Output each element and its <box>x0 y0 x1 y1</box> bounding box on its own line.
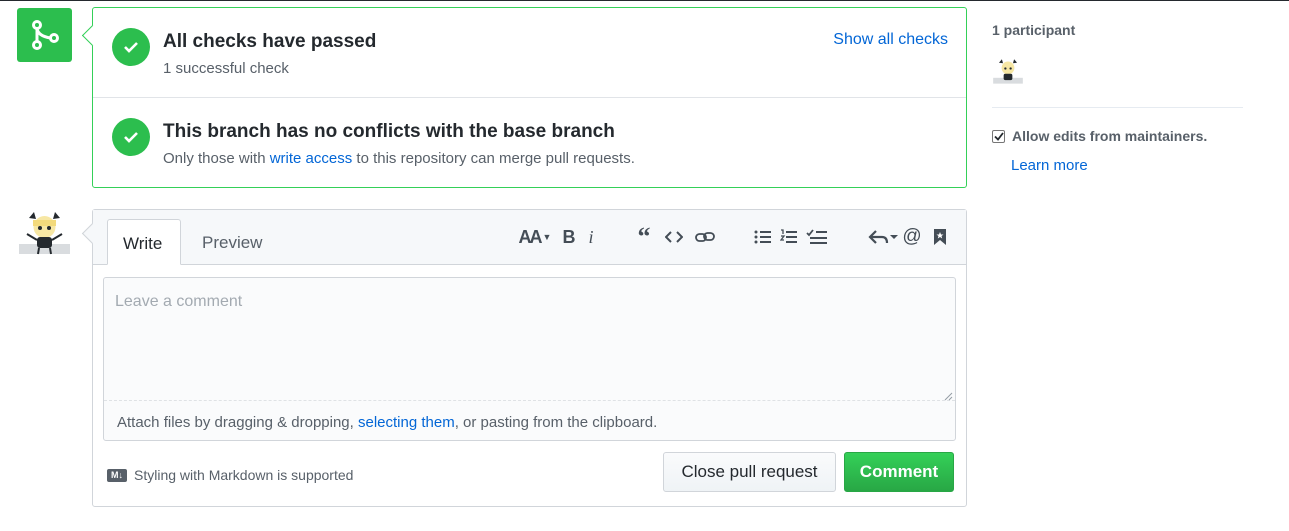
bold-icon[interactable]: B <box>559 225 579 249</box>
code-icon[interactable] <box>663 225 685 249</box>
conflicts-subtitle-pre: Only those with <box>163 150 270 167</box>
conflicts-section: This branch has no conflicts with the ba… <box>93 98 966 187</box>
checks-title: All checks have passed <box>163 31 377 52</box>
merge-status-box: All checks have passed 1 successful chec… <box>92 7 967 188</box>
allow-edits-row: Allow edits from maintainers. <box>992 128 1207 144</box>
close-pull-request-button[interactable]: Close pull request <box>663 452 836 492</box>
learn-more-link[interactable]: Learn more <box>1011 157 1088 174</box>
check-icon <box>112 28 150 66</box>
link-icon[interactable] <box>693 225 717 249</box>
participant-avatar[interactable] <box>992 58 1024 86</box>
top-border <box>0 0 1289 1</box>
conflicts-subtitle: Only those with write access to this rep… <box>163 150 635 167</box>
checks-subtitle: 1 successful check <box>163 60 289 77</box>
allow-edits-label: Allow edits from maintainers. <box>1012 128 1208 144</box>
italic-icon[interactable]: i <box>583 225 599 249</box>
tab-preview[interactable]: Preview <box>187 219 277 264</box>
editor-tabbar: Write Preview AA ▼ B i “ @ <box>93 210 966 265</box>
attach-post: , or pasting from the clipboard. <box>454 414 658 431</box>
select-files-link[interactable]: selecting them <box>358 414 455 431</box>
merge-icon <box>17 8 72 62</box>
numbered-list-icon[interactable] <box>779 225 799 249</box>
show-all-checks-link[interactable]: Show all checks <box>833 31 948 49</box>
write-access-link[interactable]: write access <box>270 150 353 167</box>
tab-write[interactable]: Write <box>107 219 181 265</box>
bullet-list-icon[interactable] <box>753 225 773 249</box>
checks-section: All checks have passed 1 successful chec… <box>93 8 966 98</box>
resize-handle[interactable] <box>943 388 953 401</box>
conflicts-title: This branch has no conflicts with the ba… <box>163 121 615 142</box>
markdown-note-label: Styling with Markdown is supported <box>134 467 354 483</box>
participants-label: 1 participant <box>992 22 1076 38</box>
attach-pre: Attach files by dragging & dropping, <box>117 414 358 431</box>
comment-textarea[interactable]: Leave a comment <box>104 278 955 401</box>
markdown-note[interactable]: M↓ Styling with Markdown is supported <box>107 467 353 483</box>
allow-edits-checkbox[interactable] <box>992 129 1005 143</box>
bookmark-icon[interactable] <box>931 225 949 249</box>
comment-button[interactable]: Comment <box>844 452 954 492</box>
comment-textarea-wrap: Leave a comment Attach files by dragging… <box>103 277 956 441</box>
avatar[interactable] <box>17 210 72 258</box>
attach-files-hint: Attach files by dragging & dropping, sel… <box>117 414 657 431</box>
conflicts-subtitle-post: to this repository can merge pull reques… <box>352 150 635 167</box>
check-icon <box>112 118 150 156</box>
sidebar-divider <box>992 107 1243 108</box>
header-icon[interactable]: AA ▼ <box>518 225 552 249</box>
quote-icon[interactable]: “ <box>633 222 655 251</box>
reply-icon[interactable] <box>867 225 899 249</box>
task-list-icon[interactable] <box>805 225 829 249</box>
mention-icon[interactable]: @ <box>901 225 923 249</box>
markdown-icon: M↓ <box>107 468 127 482</box>
comment-form: Write Preview AA ▼ B i “ @ Leave a commen… <box>92 209 967 507</box>
